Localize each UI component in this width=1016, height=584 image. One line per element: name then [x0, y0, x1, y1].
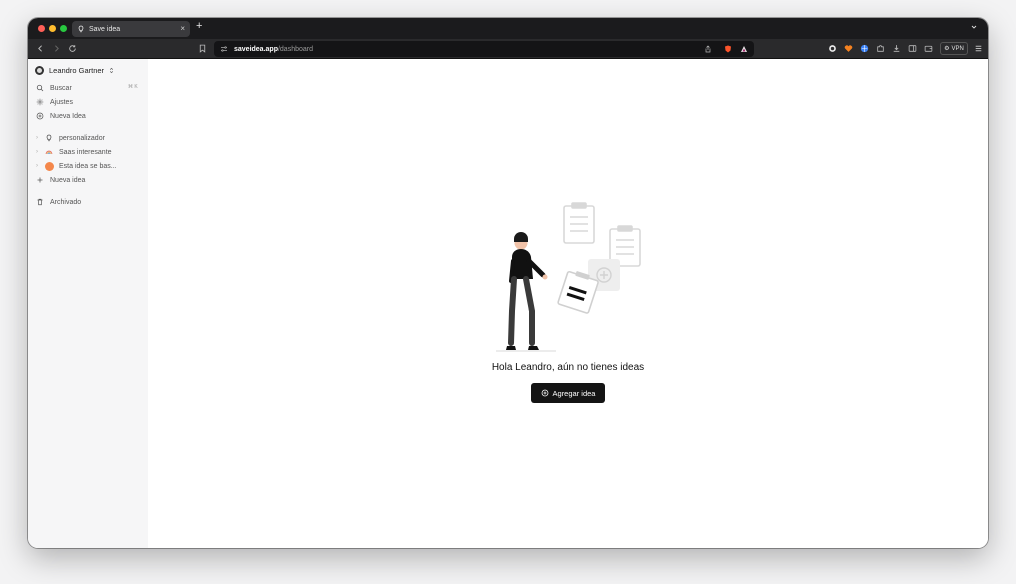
sidebar-idea-item[interactable]: › personalizador	[36, 132, 105, 144]
chevron-down-icon[interactable]	[970, 23, 978, 31]
bookmark-icon[interactable]	[198, 44, 207, 53]
back-icon[interactable]	[36, 44, 45, 53]
sidebar-item-label: Buscar	[50, 84, 72, 92]
plus-circle-icon	[541, 389, 548, 397]
site-settings-icon[interactable]	[220, 45, 228, 53]
wallet-icon[interactable]	[828, 44, 837, 53]
menu-icon[interactable]	[974, 44, 983, 53]
url-path: /dashboard	[277, 45, 313, 53]
gear-icon	[36, 98, 44, 106]
forward-icon[interactable]	[52, 44, 61, 53]
add-idea-button[interactable]: Agregar idea	[531, 383, 605, 403]
tab-close-button[interactable]: ×	[180, 24, 185, 33]
sidebar-item-search[interactable]: Buscar	[36, 82, 72, 94]
empty-state-message: Hola Leandro, aún no tienes ideas	[491, 362, 645, 373]
sidebar-item-label: personalizador	[59, 134, 105, 142]
sidebar-item-label: Ajustes	[50, 98, 73, 106]
tab-title: Save idea	[89, 25, 121, 33]
tab-strip: Save idea × +	[28, 18, 988, 39]
sidebar-item-label: Saas interesante	[59, 148, 112, 156]
sidebar-item-label: Nueva idea	[50, 176, 86, 184]
user-name: Leandro Gartner	[49, 66, 105, 75]
sidebar-item-settings[interactable]: Ajustes	[36, 96, 73, 108]
sidebar-item-label: Archivado	[50, 198, 82, 206]
vpn-button[interactable]: ⚙ VPN	[940, 42, 968, 55]
extension-heart-icon[interactable]	[844, 44, 853, 53]
sidebar-item-label: Nueva Idea	[50, 112, 86, 120]
user-switcher[interactable]: Leandro Gartner	[35, 66, 115, 75]
address-bar[interactable]: saveidea.app/dashboard	[214, 41, 754, 57]
brave-shields-icon[interactable]	[724, 45, 732, 53]
chevron-right-icon[interactable]: ›	[36, 149, 40, 155]
reload-icon[interactable]	[68, 44, 77, 53]
vpn-label: VPN	[951, 45, 964, 52]
rainbow-icon	[45, 150, 53, 155]
clipboard-icon	[563, 202, 595, 244]
add-idea-button-label: Agregar idea	[552, 388, 596, 398]
sidebar-item-archived[interactable]: Archivado	[36, 196, 81, 208]
sidebar-item-add-idea[interactable]: Nueva idea	[36, 174, 85, 186]
dashboard-main: Hola Leandro, aún no tienes ideas Agrega…	[148, 59, 988, 548]
chevron-right-icon[interactable]: ›	[36, 163, 40, 169]
minimize-window-button[interactable]	[49, 25, 56, 32]
shield-icon: ⚙	[944, 46, 950, 52]
sidebar-toggle-icon[interactable]	[908, 44, 917, 53]
plus-icon	[37, 177, 43, 183]
browser-toolbar: saveidea.app/dashboard ⚙ VPN	[28, 39, 988, 59]
rewards-icon[interactable]	[740, 45, 748, 53]
sidebar-item-new-idea[interactable]: Nueva Idea	[36, 110, 86, 122]
search-icon	[36, 84, 44, 92]
empty-state-illustration	[496, 202, 641, 352]
trash-icon	[37, 198, 43, 206]
chevron-right-icon[interactable]: ›	[36, 135, 40, 141]
sidebar-idea-item[interactable]: › Esta idea se bas...	[36, 160, 117, 172]
wallet-card-icon[interactable]	[924, 44, 933, 53]
tab-save-idea[interactable]: Save idea ×	[72, 21, 190, 37]
chevron-up-down-icon	[109, 67, 114, 74]
extension-globe-icon[interactable]	[860, 44, 869, 53]
plus-circle-icon	[36, 112, 44, 120]
app-sidebar: Leandro Gartner Buscar ⌘ K Ajustes Nueva…	[28, 59, 148, 548]
sidebar-item-label: Esta idea se bas...	[59, 162, 117, 170]
close-window-button[interactable]	[38, 25, 45, 32]
lightbulb-icon	[78, 25, 84, 33]
orange-avatar-icon	[45, 161, 54, 171]
zoom-window-button[interactable]	[60, 25, 67, 32]
sidebar-idea-item[interactable]: › Saas interesante	[36, 146, 112, 158]
search-shortcut: ⌘ K	[128, 84, 138, 90]
new-tab-button[interactable]: +	[196, 20, 202, 32]
avatar	[35, 66, 44, 75]
lightbulb-icon	[46, 134, 52, 142]
download-icon[interactable]	[892, 44, 901, 53]
url-host: saveidea.app	[234, 45, 278, 53]
browser-window: Save idea × + saveidea.app/dashboard ⚙ V…	[28, 18, 988, 548]
share-icon[interactable]	[704, 45, 712, 53]
extensions-puzzle-icon[interactable]	[876, 44, 885, 53]
